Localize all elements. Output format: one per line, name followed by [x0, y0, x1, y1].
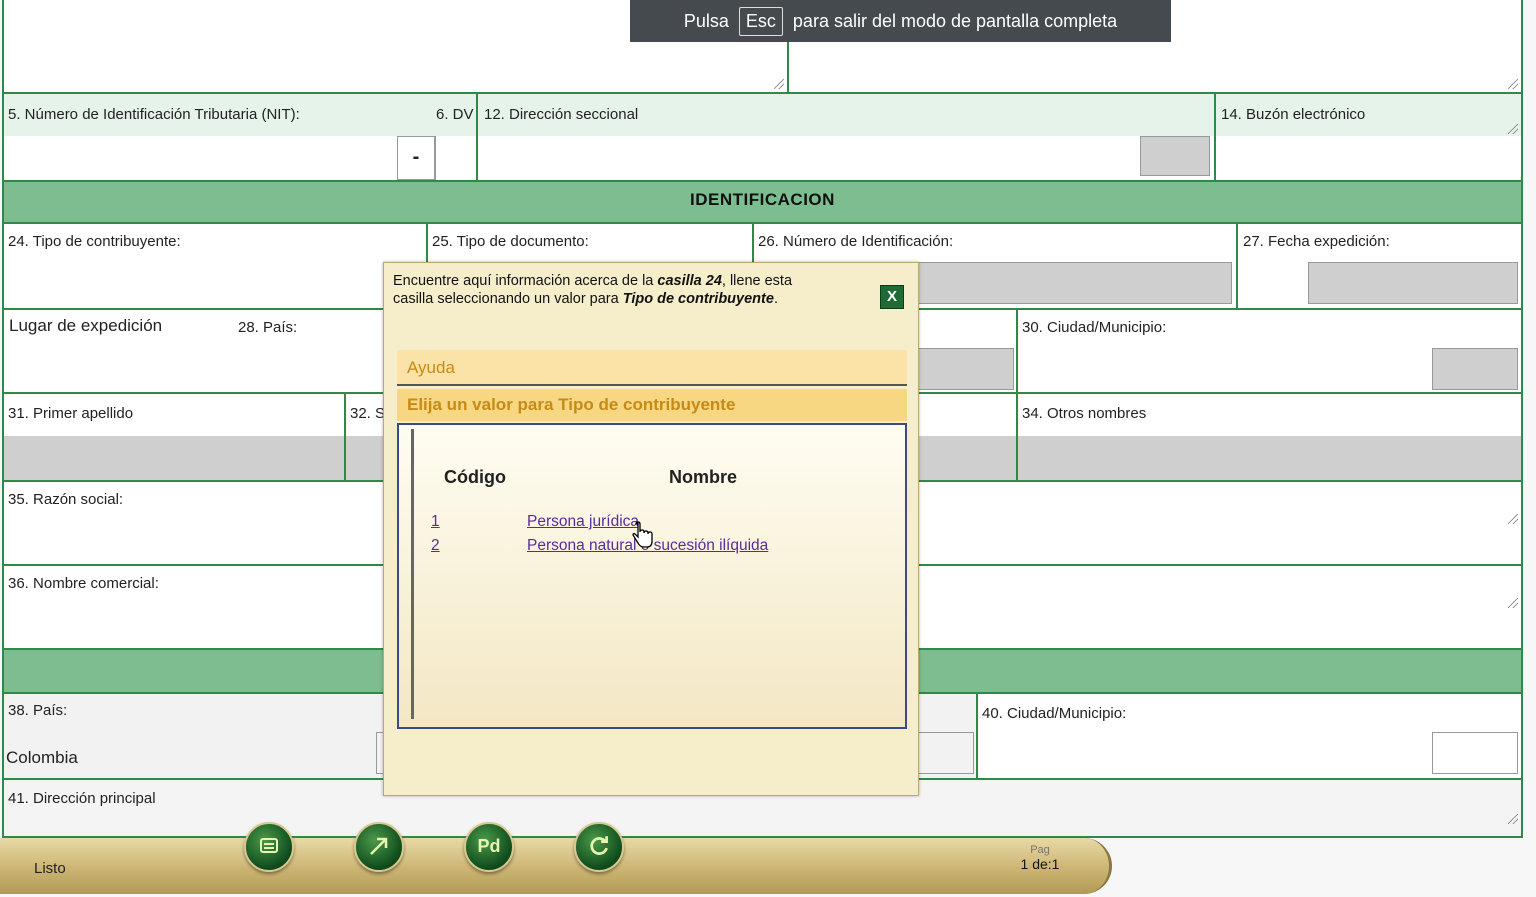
- dv-input[interactable]: [435, 136, 476, 180]
- hand-cursor-icon: [632, 521, 653, 548]
- f25-label: 25. Tipo de documento:: [432, 233, 589, 250]
- f26-field[interactable]: [918, 262, 1232, 304]
- f41-label: 41. Dirección principal: [8, 790, 156, 807]
- f40-field[interactable]: [1432, 732, 1518, 774]
- nit-input[interactable]: [4, 136, 397, 180]
- banner-suffix: para salir del modo de pantalla completa: [792, 10, 1118, 31]
- page-indicator: Pag 1 de:1: [1010, 844, 1070, 872]
- msg-part3: .: [773, 291, 778, 307]
- help-popup: Encuentre aquí información acerca de la …: [383, 262, 919, 796]
- option-code-2[interactable]: 2: [431, 537, 440, 555]
- buzon-label: 14. Buzón electrónico: [1221, 106, 1366, 123]
- pdf-button[interactable]: Pd: [464, 822, 514, 872]
- col-codigo: Código: [444, 467, 506, 487]
- f27-field[interactable]: [1308, 262, 1518, 304]
- close-button[interactable]: X: [880, 285, 904, 309]
- f34-cell: 34. Otros nombres: [1016, 392, 1523, 482]
- f28-label: 28. País:: [238, 319, 298, 336]
- nit-cell: 5. Número de Identificación Tributaria (…: [2, 92, 478, 182]
- f38-label: 38. País:: [8, 702, 68, 719]
- f39-field[interactable]: [918, 732, 974, 774]
- f27-label: 27. Fecha expedición:: [1243, 233, 1390, 250]
- banner-prefix: Pulsa: [683, 10, 729, 31]
- refresh-icon: [590, 836, 608, 855]
- f34-label: 34. Otros nombres: [1022, 405, 1147, 422]
- section-identificacion: IDENTIFICACION: [2, 180, 1523, 224]
- esc-key: Esc: [738, 6, 783, 36]
- f24-label: 24. Tipo de contribuyente:: [8, 233, 181, 250]
- f31-label: 31. Primer apellido: [8, 405, 134, 422]
- lugar-label: Lugar de expedición: [9, 316, 163, 335]
- f27-cell: 27. Fecha expedición:: [1236, 222, 1523, 310]
- pag-value: 1 de:1: [1020, 856, 1060, 872]
- msg-part1: Encuentre aquí información acerca de la: [393, 273, 658, 289]
- seccional-label: 12. Dirección seccional: [484, 106, 639, 123]
- status-text: Listo: [34, 860, 66, 877]
- popup-message: Encuentre aquí información acerca de la …: [393, 272, 833, 308]
- dv-label: 6. DV: [436, 106, 474, 123]
- f31-field[interactable]: [4, 436, 344, 480]
- ayuda-header: Ayuda: [397, 350, 907, 386]
- f40-cell: 40. Ciudad/Municipio:: [976, 692, 1523, 780]
- refresh-button[interactable]: [574, 822, 624, 872]
- f29-field[interactable]: [918, 348, 1014, 390]
- nit-label: 5. Número de Identificación Tributaria (…: [8, 106, 300, 123]
- arrow-icon: [370, 837, 388, 855]
- document-icon: [260, 838, 278, 853]
- buzon-cell: 14. Buzón electrónico: [1214, 92, 1523, 182]
- f30-field[interactable]: [1432, 348, 1518, 390]
- f34-field[interactable]: [1018, 436, 1521, 480]
- fullscreen-banner: Pulsa Esc para salir del modo de pantall…: [630, 0, 1171, 42]
- send-button[interactable]: [354, 822, 404, 872]
- f30-label: 30. Ciudad/Municipio:: [1022, 319, 1167, 336]
- msg-bold2: Tipo de contribuyente: [622, 291, 774, 307]
- f35-label: 35. Razón social:: [8, 491, 124, 508]
- document-button[interactable]: [244, 822, 294, 872]
- f26-label: 26. Número de Identificación:: [758, 233, 954, 250]
- col-nombre: Nombre: [669, 467, 738, 487]
- f31-cell: 31. Primer apellido: [2, 392, 346, 482]
- seccional-field[interactable]: [1140, 136, 1210, 176]
- f30-cell: 30. Ciudad/Municipio:: [1016, 308, 1523, 394]
- seccional-cell: 12. Dirección seccional: [476, 92, 1216, 182]
- f24-cell[interactable]: 24. Tipo de contribuyente:: [2, 222, 428, 310]
- option-name-1[interactable]: Persona jurídica: [527, 513, 639, 531]
- nit-dash: -: [397, 136, 435, 180]
- bottom-toolbar: Listo Pd Pag 1 de:1: [0, 822, 1112, 894]
- f40-label: 40. Ciudad/Municipio:: [982, 705, 1127, 722]
- f38-value: Colombia: [6, 748, 78, 767]
- elija-header: Elija un valor para Tipo de contribuyent…: [397, 389, 907, 421]
- f36-label: 36. Nombre comercial:: [8, 575, 159, 592]
- option-code-1[interactable]: 1: [431, 513, 440, 531]
- msg-bold1: casilla 24: [657, 273, 722, 289]
- f32-label: 32. S: [350, 405, 386, 422]
- section-title: IDENTIFICACION: [690, 190, 835, 209]
- pag-label: Pag: [1030, 844, 1050, 856]
- options-list: Código Nombre 1 Persona jurídica 2 Perso…: [397, 423, 907, 729]
